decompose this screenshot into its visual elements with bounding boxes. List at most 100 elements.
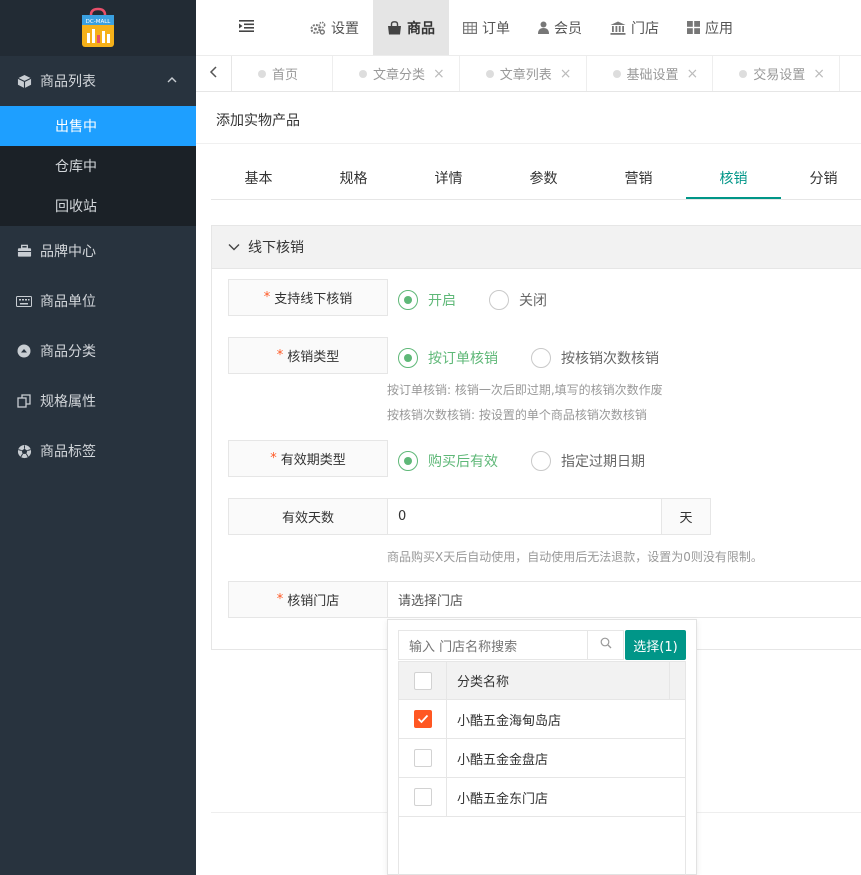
close-icon[interactable]: × [813, 66, 825, 82]
radio-support-off[interactable]: 关闭 [489, 290, 547, 310]
store-name: 小酷五金金盘店 [457, 752, 549, 768]
close-icon[interactable]: × [560, 66, 572, 82]
validity-type-label: * 有效期类型 [228, 440, 388, 477]
sidebar-subitem-label: 仓库中 [55, 159, 97, 175]
topnav-stores[interactable]: 门店 [596, 0, 673, 55]
topnav-orders[interactable]: 订单 [449, 0, 524, 55]
tab-spec[interactable]: 规格 [306, 160, 401, 199]
page-tab-basic-settings[interactable]: 基础设置 × [587, 56, 714, 91]
tab-distribution[interactable]: 分销 [781, 160, 861, 199]
topnav-settings[interactable]: 设置 [296, 0, 373, 55]
row-checkbox[interactable] [413, 788, 432, 806]
sidebar-subitem-on-sale[interactable]: 出售中 [0, 106, 196, 146]
required-mark: * [276, 348, 284, 363]
close-icon[interactable]: × [687, 66, 699, 82]
writeoff-type-label-text: 核销类型 [287, 350, 340, 365]
radio-circle [489, 290, 509, 310]
topnav-apps[interactable]: 应用 [673, 0, 747, 55]
table-row[interactable]: 小酷五金海甸岛店 [398, 700, 686, 739]
topnav-label: 商品 [407, 20, 435, 37]
row-checkbox-cell [399, 700, 447, 738]
cube-icon [16, 73, 32, 89]
radio-type-order[interactable]: 按订单核销 [398, 348, 498, 368]
page-tab-article-category[interactable]: 文章分类 × [333, 56, 460, 91]
writeoff-type-hint-count: 按核销次数核销: 按设置的单个商品核销次数核销 [387, 408, 647, 422]
radio-circle [531, 348, 551, 368]
tab-detail[interactable]: 详情 [401, 160, 496, 199]
tab-basic[interactable]: 基本 [211, 160, 306, 199]
page-tab-more[interactable] [840, 56, 861, 91]
page-tabs: 首页 文章分类 × 文章列表 × 基础设置 × 交易设置 × [196, 56, 861, 92]
page-tab-label: 交易设置 [753, 68, 806, 83]
table-row[interactable]: 小酷五金金盘店 [398, 739, 686, 778]
sidebar-item-spec[interactable]: 规格属性 [0, 376, 196, 426]
radio-type-count[interactable]: 按核销次数核销 [531, 348, 659, 368]
table-row[interactable]: 小酷五金东门店 [398, 778, 686, 817]
sidebar-item-label: 商品单位 [40, 294, 96, 310]
page-tab-label: 基础设置 [626, 68, 679, 83]
radio-label: 关闭 [519, 293, 547, 309]
radio-support-on[interactable]: 开启 [398, 290, 456, 310]
page-tab-article-list[interactable]: 文章列表 × [460, 56, 587, 91]
divider [196, 143, 861, 144]
sidebar-item-label: 品牌中心 [40, 244, 96, 260]
writeoff-type-label: * 核销类型 [228, 337, 388, 374]
radio-circle [398, 290, 418, 310]
valid-days-input[interactable]: 0 [387, 498, 662, 535]
topnav-members[interactable]: 会员 [524, 0, 596, 55]
tab-params[interactable]: 参数 [496, 160, 591, 199]
panel-header[interactable]: 线下核销 [212, 226, 861, 269]
writeoff-type-hint-order: 按订单核销: 核销一次后即过期,填写的核销次数作废 [387, 383, 663, 397]
topnav-label: 会员 [554, 20, 582, 37]
page-tab-home[interactable]: 首页 [232, 56, 334, 91]
sidebar-subitem-warehouse[interactable]: 仓库中 [0, 146, 196, 186]
chevron-left-icon [209, 65, 219, 82]
store-table: 分类名称 小酷五金海甸岛店 小酷五金金盘店 小酷五金东门店 [398, 661, 686, 817]
bank-icon [610, 21, 626, 35]
confirm-select-button[interactable]: 选择(1) [625, 630, 686, 660]
sidebar-item-goods-list[interactable]: 商品列表 [0, 56, 196, 106]
store-name: 小酷五金东门店 [457, 791, 549, 807]
sidebar-subitem-recycle[interactable]: 回收站 [0, 186, 196, 226]
sidebar-item-label: 规格属性 [40, 394, 96, 410]
tab-dot-icon [359, 70, 368, 78]
sidebar-subitem-label: 出售中 [55, 119, 97, 135]
page-title: 添加实物产品 [216, 113, 300, 129]
row-checkbox[interactable] [413, 710, 432, 728]
store-select-input[interactable]: 请选择门店 [387, 581, 861, 618]
tab-writeoff[interactable]: 核销 [686, 160, 781, 199]
select-all-checkbox[interactable] [413, 671, 432, 690]
store-picker-dropdown: 输入 门店名称搜索 选择(1) 分类名称 小酷五金海甸岛店 小酷五金金盘店 小酷… [387, 619, 697, 875]
valid-days-label: 有效天数 [228, 498, 388, 535]
radio-label: 购买后有效 [428, 454, 498, 470]
valid-days-label-text: 有效天数 [281, 511, 334, 526]
menu-toggle-button[interactable] [196, 0, 296, 55]
row-checkbox[interactable] [413, 749, 432, 767]
sidebar-item-category[interactable]: 商品分类 [0, 326, 196, 376]
topnav-goods[interactable]: 商品 [373, 0, 449, 55]
sidebar-item-label: 商品列表 [40, 74, 96, 90]
topnav-label: 订单 [482, 20, 510, 37]
grid-icon [687, 21, 700, 34]
copy-icon [16, 393, 32, 409]
sidebar-submenu: 出售中 仓库中 回收站 [0, 106, 196, 226]
valid-days-hint: 商品购买X天后自动使用，自动使用后无法退款，设置为0则没有限制。 [387, 550, 763, 564]
tabs-scroll-left-button[interactable] [196, 56, 232, 91]
store-search-input[interactable]: 输入 门店名称搜索 [398, 630, 588, 660]
page-tab-trade-settings[interactable]: 交易设置 × [713, 56, 841, 91]
radio-validity-after-purchase[interactable]: 购买后有效 [398, 451, 498, 471]
required-mark: * [276, 592, 284, 607]
sidebar-item-tag[interactable]: 商品标签 [0, 426, 196, 476]
logo[interactable]: DC-MALL [79, 7, 117, 49]
store-search-button[interactable] [588, 630, 624, 660]
sidebar-item-brand[interactable]: 品牌中心 [0, 226, 196, 276]
sidebar-item-unit[interactable]: 商品单位 [0, 276, 196, 326]
sidebar-subitem-label: 回收站 [55, 199, 97, 215]
radio-validity-fixed-date[interactable]: 指定过期日期 [531, 451, 645, 471]
tab-marketing[interactable]: 营销 [591, 160, 686, 199]
sidebar-item-label: 商品分类 [40, 344, 96, 360]
top-navigation: 设置 商品 订单 会员 门店 应用 [196, 0, 861, 56]
valid-days-unit: 天 [661, 498, 711, 535]
close-icon[interactable]: × [433, 66, 445, 82]
store-name: 小酷五金海甸岛店 [457, 713, 562, 729]
